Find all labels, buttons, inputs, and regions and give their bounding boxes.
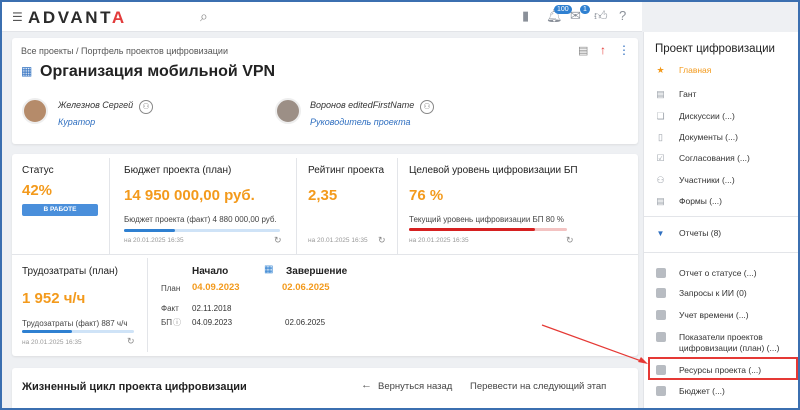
highlight-box [648,357,798,380]
app-window: ☰ ADVANTA ⌕ ▮ 🔔︎ 100 ✉ 1 👍︎ ? Все проект… [0,0,800,410]
annotation-arrow [541,324,648,364]
